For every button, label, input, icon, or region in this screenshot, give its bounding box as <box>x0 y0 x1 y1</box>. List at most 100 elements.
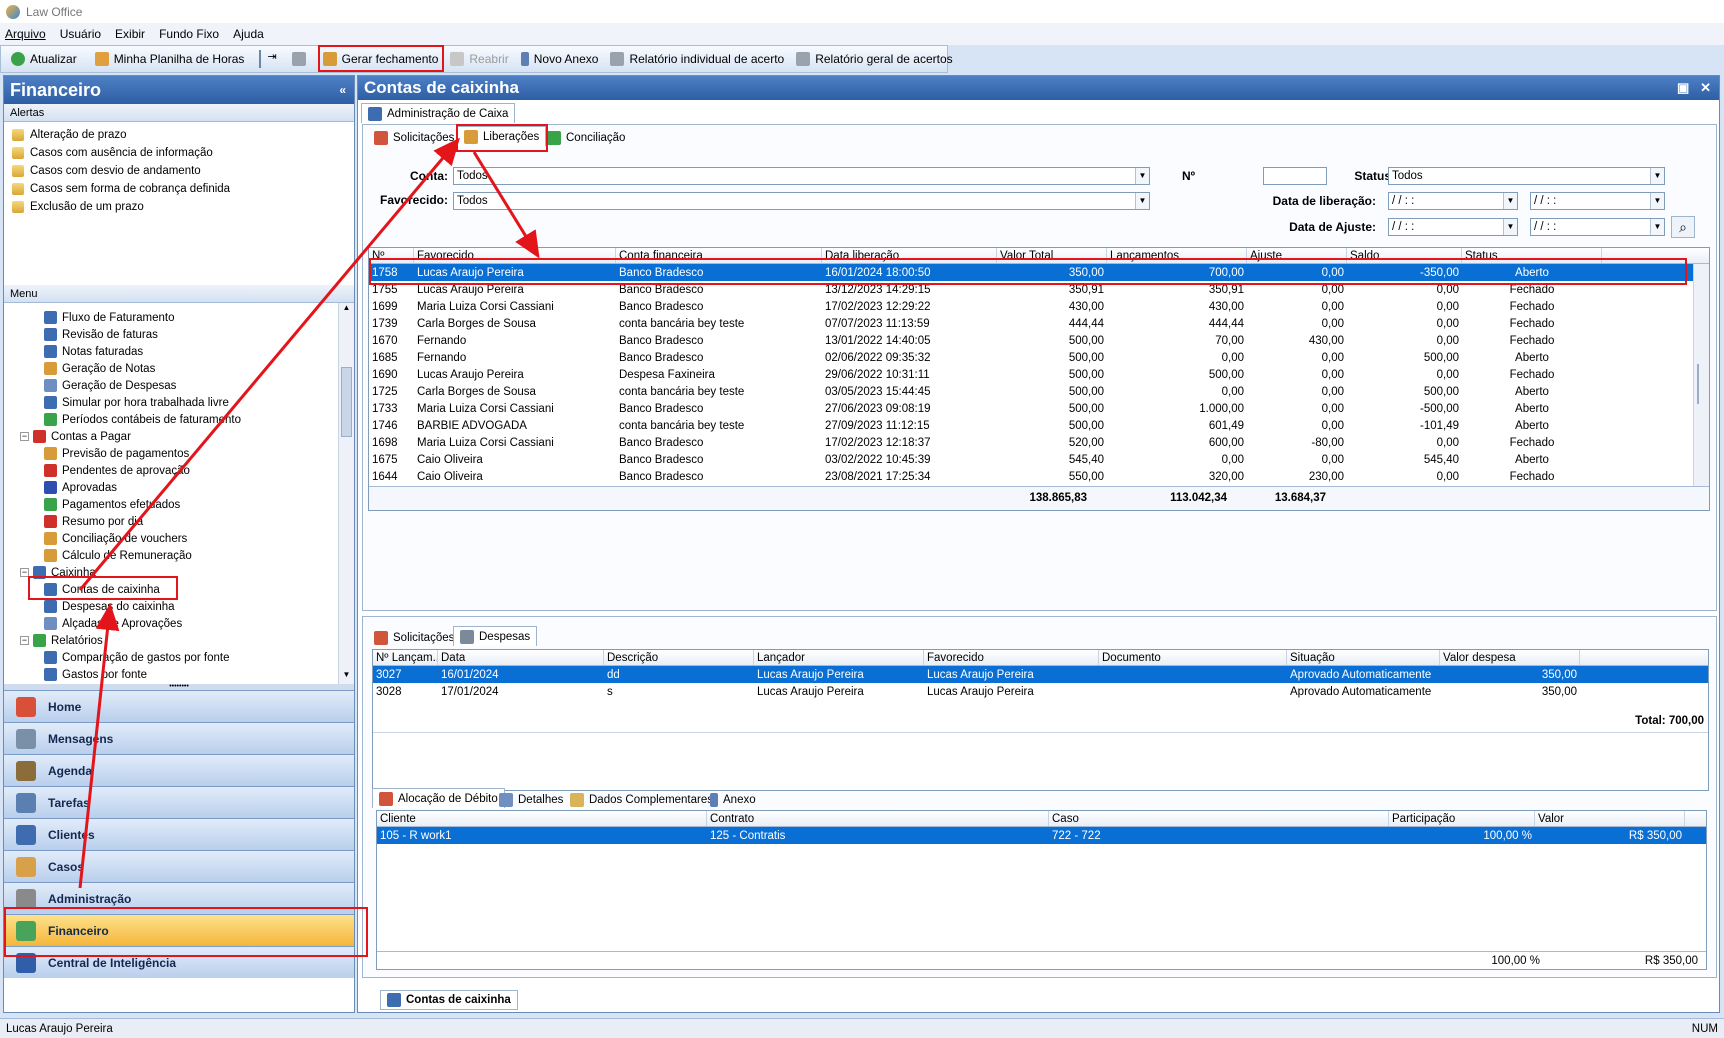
column-header[interactable]: Data <box>438 650 604 665</box>
tree-item[interactable]: Notas faturadas <box>4 343 354 360</box>
close-icon[interactable]: ✕ <box>1700 80 1711 95</box>
menu-ajuda[interactable]: Ajuda <box>233 27 264 41</box>
tab-contas-de-caixinha[interactable]: Contas de caixinha <box>380 990 518 1010</box>
conta-select[interactable]: Todos ▼ <box>453 167 1150 185</box>
menu-usuario[interactable]: Usuário <box>60 27 101 41</box>
tree-item[interactable]: Gastos por fonte <box>4 666 354 683</box>
tab-administracao-caixa[interactable]: Administração de Caixa <box>361 103 516 123</box>
collapse-toggle-icon[interactable]: − <box>20 432 29 441</box>
table-row[interactable]: 1746 BARBIE ADVOGADA conta bancária bey te… <box>369 417 1709 434</box>
tree-item[interactable]: Geração de Notas <box>4 360 354 377</box>
nav-mensagens[interactable]: Mensagens <box>4 722 354 754</box>
column-header[interactable]: Contrato <box>707 811 1049 826</box>
tree-item[interactable]: Despesas do caixinha <box>4 598 354 615</box>
column-header[interactable]: Participação <box>1389 811 1535 826</box>
nav-home[interactable]: Home <box>4 690 354 722</box>
tab-solicitacoes-sub[interactable]: Solicitações <box>368 628 460 648</box>
data-liberacao-de-input[interactable]: / / : : ▼ <box>1388 192 1518 210</box>
table-row[interactable]: 1733 Maria Luiza Corsi Cassiani Banco Brad… <box>369 400 1709 417</box>
tree-item[interactable]: Fluxo de Faturamento <box>4 309 354 326</box>
table-row[interactable]: 1675 Caio Oliveira Banco Bradesco 03/02/202… <box>369 451 1709 468</box>
data-ajuste-de-input[interactable]: / / : : ▼ <box>1388 218 1518 236</box>
tree-item[interactable]: Comparação de gastos por fonte <box>4 649 354 666</box>
data-ajuste-ate-input[interactable]: / / : : ▼ <box>1530 218 1665 236</box>
tab-solicitacoes[interactable]: Solicitações <box>368 128 460 148</box>
column-header[interactable]: Favorecido <box>924 650 1099 665</box>
pin-icon[interactable]: ▣ <box>1677 80 1689 95</box>
relatorio-geral-button[interactable]: Relatório geral de acertos <box>790 48 958 70</box>
atualizar-button[interactable]: Atualizar <box>5 48 83 70</box>
alert-item[interactable]: Casos com desvio de andamento <box>4 162 354 180</box>
column-header[interactable]: Nº Lançam... <box>373 650 438 665</box>
tree-item[interactable]: Simular por hora trabalhada livre <box>4 394 354 411</box>
collapse-toggle-icon[interactable]: − <box>20 636 29 645</box>
alert-item[interactable]: Casos sem forma de cobrança definida <box>4 180 354 198</box>
table-row[interactable]: 1739 Carla Borges de Sousa conta bancária … <box>369 315 1709 332</box>
column-header[interactable]: Caso <box>1049 811 1389 826</box>
column-header[interactable]: Valor <box>1535 811 1685 826</box>
alert-item[interactable]: Alteração de prazo <box>4 126 354 144</box>
tree-item[interactable]: Períodos contábeis de faturamento <box>4 411 354 428</box>
status-select[interactable]: Todos ▼ <box>1388 167 1665 185</box>
relatorio-individual-button[interactable]: Relatório individual de acerto <box>604 48 790 70</box>
tree-item[interactable]: Revisão de faturas <box>4 326 354 343</box>
table-row[interactable]: 1644 Caio Oliveira Banco Bradesco 23/08/202… <box>369 468 1709 485</box>
column-header[interactable]: Documento <box>1099 650 1287 665</box>
column-header[interactable]: Cliente <box>377 811 707 826</box>
tab-alocacao-debito[interactable]: Alocação de Débito <box>372 788 505 808</box>
menu-exibir[interactable]: Exibir <box>115 27 145 41</box>
tree-item[interactable]: Pagamentos efetuados <box>4 496 354 513</box>
reabrir-button[interactable]: Reabrir <box>444 48 514 70</box>
tree-item[interactable]: Resumo por dia <box>4 513 354 530</box>
minha-planilha-button[interactable]: Minha Planilha de Horas <box>89 48 251 70</box>
tree-group[interactable]: − Relatórios <box>4 632 354 649</box>
tab-detalhes[interactable]: Detalhes <box>493 790 569 810</box>
tree-item[interactable]: Aprovadas <box>4 479 354 496</box>
tree-item[interactable]: Pendentes de aprovação <box>4 462 354 479</box>
print-button[interactable] <box>286 48 317 70</box>
table-row[interactable]: 105 - R work1 125 - Contratis 722 - 722 100… <box>377 827 1706 844</box>
tab-conciliacao[interactable]: Conciliação <box>541 128 631 148</box>
tree-item[interactable]: Previsão de pagamentos <box>4 445 354 462</box>
tree-item[interactable]: Geração de Despesas <box>4 377 354 394</box>
alert-item[interactable]: Exclusão de um prazo <box>4 198 354 216</box>
favorecido-select[interactable]: Todos ▼ <box>453 192 1150 210</box>
column-header[interactable]: Descrição <box>604 650 754 665</box>
numero-input[interactable] <box>1263 167 1327 185</box>
menu-arquivo[interactable]: Arquivo <box>5 27 46 41</box>
document-icon[interactable] <box>259 50 262 68</box>
tab-anexo[interactable]: Anexo <box>704 790 762 810</box>
table-row[interactable]: 1698 Maria Luiza Corsi Cassiani Banco Brad… <box>369 434 1709 451</box>
nav-agenda[interactable]: Agenda <box>4 754 354 786</box>
tree-item[interactable]: Conciliação de vouchers <box>4 530 354 547</box>
table-row[interactable]: 3027 16/01/2024 dd Lucas Araujo Pereira Luca… <box>373 666 1708 683</box>
collapse-icon[interactable]: « <box>339 83 346 97</box>
tab-despesas[interactable]: Despesas <box>453 626 538 646</box>
search-button[interactable]: ⌕ <box>1671 216 1695 238</box>
alocacao-body: 105 - R work1 125 - Contratis 722 - 722 100… <box>377 827 1706 844</box>
column-header[interactable]: Situação <box>1287 650 1440 665</box>
table-row[interactable]: 1699 Maria Luiza Corsi Cassiani Banco Brad… <box>369 298 1709 315</box>
tree-item[interactable]: Cálculo de Remuneração <box>4 547 354 564</box>
tree-item[interactable]: Alçadas de Aprovações <box>4 615 354 632</box>
column-header[interactable]: Valor despesa <box>1440 650 1580 665</box>
menu-fundo-fixo[interactable]: Fundo Fixo <box>159 27 219 41</box>
export-icon[interactable]: ⇥ <box>267 50 276 68</box>
table-row[interactable]: 3028 17/01/2024 s Lucas Araujo Pereira Lucas… <box>373 683 1708 700</box>
tree-group[interactable]: − Contas a Pagar <box>4 428 354 445</box>
table-row[interactable]: 1670 Fernando Banco Bradesco 13/01/2022 14:… <box>369 332 1709 349</box>
table-row[interactable]: 1690 Lucas Araujo Pereira Despesa Faxineir… <box>369 366 1709 383</box>
column-header[interactable]: Lançador <box>754 650 924 665</box>
nav-tarefas[interactable]: Tarefas <box>4 786 354 818</box>
tree-scrollbar[interactable]: ▲ ▼ <box>338 303 354 684</box>
novo-anexo-button[interactable]: Novo Anexo <box>515 48 605 70</box>
tab-dados-complementares[interactable]: Dados Complementares <box>564 790 719 810</box>
grid-scrollbar[interactable] <box>1693 264 1709 486</box>
table-row[interactable]: 1685 Fernando Banco Bradesco 02/06/2022 09:… <box>369 349 1709 366</box>
table-row[interactable]: 1725 Carla Borges de Sousa conta bancária … <box>369 383 1709 400</box>
nav-casos[interactable]: Casos <box>4 850 354 882</box>
alert-item[interactable]: Casos com ausência de informação <box>4 144 354 162</box>
nav-clientes[interactable]: Clientes <box>4 818 354 850</box>
data-liberacao-ate-input[interactable]: / / : : ▼ <box>1530 192 1665 210</box>
tree-scroll-thumb[interactable] <box>341 367 352 437</box>
